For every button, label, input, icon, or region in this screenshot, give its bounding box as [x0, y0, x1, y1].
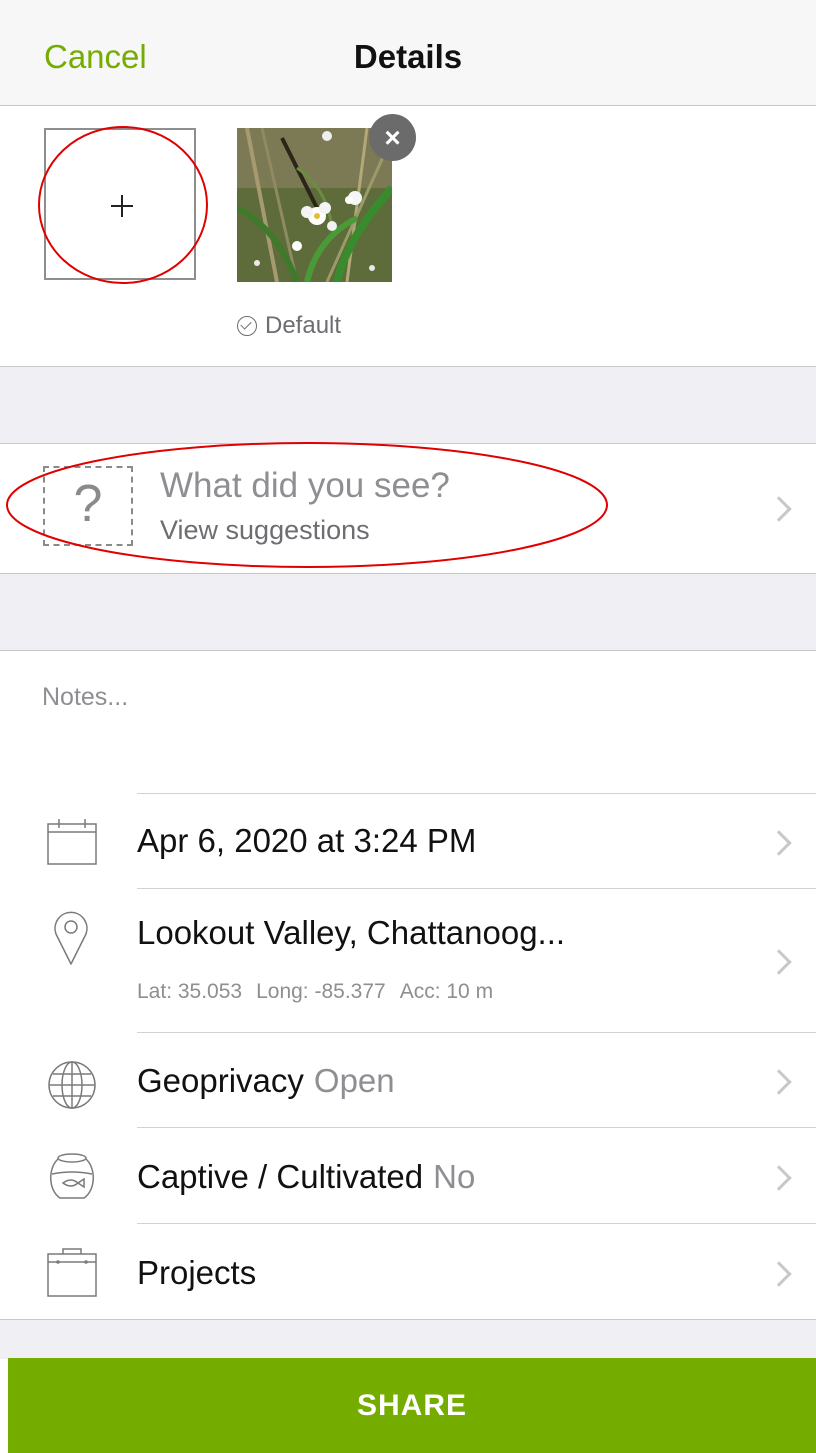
row-divider — [137, 1127, 816, 1128]
briefcase-icon — [47, 1248, 97, 1297]
geoprivacy-value: Open — [313, 1062, 395, 1099]
location-row[interactable]: Lookout Valley, Chattanoog... — [137, 914, 565, 952]
photo-thumbnail[interactable] — [237, 128, 392, 282]
date-row[interactable]: Apr 6, 2020 at 3:24 PM — [137, 822, 476, 860]
chevron-right-icon — [766, 830, 792, 856]
accuracy-value: Acc: 10 m — [399, 980, 494, 1003]
captive-cultivated-row[interactable]: Captive / Cultivated No — [137, 1158, 475, 1196]
checkmark-circle-icon — [237, 316, 257, 336]
row-divider — [137, 1032, 816, 1033]
captive-value: No — [433, 1158, 476, 1195]
calendar-icon — [47, 819, 97, 865]
chevron-right-icon — [766, 1165, 792, 1191]
fishbowl-icon — [50, 1153, 94, 1199]
projects-row[interactable]: Projects — [137, 1254, 256, 1292]
annotation-ellipse — [6, 442, 608, 568]
geoprivacy-row[interactable]: Geoprivacy Open — [137, 1062, 395, 1100]
remove-photo-button[interactable]: × — [369, 114, 416, 161]
map-pin-icon — [54, 911, 88, 965]
captive-label: Captive / Cultivated — [137, 1158, 424, 1195]
chevron-right-icon — [766, 1261, 792, 1287]
row-divider — [137, 1223, 816, 1224]
annotation-circle — [38, 126, 208, 284]
section-spacer — [0, 366, 816, 444]
default-photo-indicator[interactable]: Default — [237, 312, 341, 340]
chevron-right-icon — [766, 1069, 792, 1095]
geoprivacy-label: Geoprivacy — [137, 1062, 304, 1099]
notes-field[interactable]: Notes... — [42, 683, 128, 712]
default-label: Default — [265, 312, 342, 339]
page-title: Details — [353, 38, 463, 75]
nav-bar: Cancel Details — [0, 0, 816, 106]
row-divider — [137, 793, 816, 794]
latitude-value: Lat: 35.053 — [137, 980, 243, 1003]
row-divider — [137, 888, 816, 889]
section-spacer — [0, 1319, 816, 1359]
coordinates-readout: Lat: 35.053 Long: -85.377 Acc: 10 m — [137, 980, 507, 1004]
chevron-right-icon — [766, 949, 792, 975]
globe-icon — [48, 1061, 96, 1109]
longitude-value: Long: -85.377 — [256, 980, 386, 1003]
share-button[interactable]: SHARE — [8, 1358, 816, 1453]
flower-photo — [237, 128, 392, 282]
section-spacer — [0, 573, 816, 651]
